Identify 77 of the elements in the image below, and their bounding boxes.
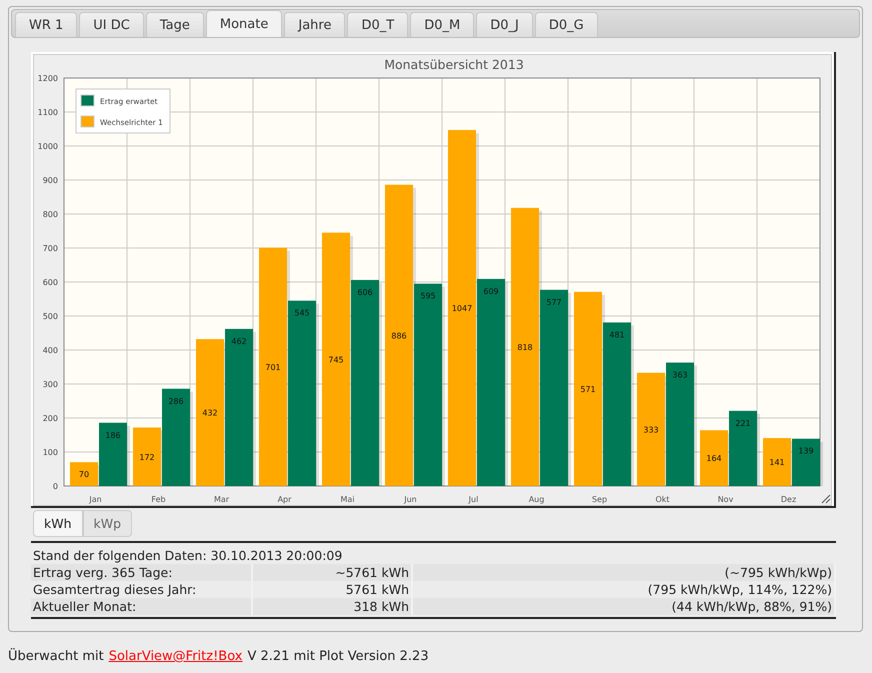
axis-tick-label: 100 <box>42 448 58 457</box>
data-label: 141 <box>769 458 785 468</box>
table-cell: (44 kWh/kWp, 88%, 91%) <box>413 598 836 615</box>
table-cell: ~5761 kWh <box>253 564 413 581</box>
table-cell: Ertrag verg. 365 Tage: <box>31 564 253 581</box>
data-timestamp: Stand der folgenden Daten: 30.10.2013 20:00:09 <box>32 547 344 564</box>
axis-tick-label: 1000 <box>38 142 58 151</box>
resize-handle-icon[interactable] <box>822 494 830 504</box>
axis-tick-label: Apr <box>278 495 292 504</box>
axis-tick-label: 400 <box>42 346 58 355</box>
legend-swatch <box>80 116 94 128</box>
tab[interactable]: Monate <box>206 10 282 37</box>
axis-tick-label: 1200 <box>38 74 58 83</box>
data-label: 595 <box>420 292 436 301</box>
tab[interactable]: WR 1 <box>15 12 78 37</box>
unit-button[interactable]: kWp <box>82 510 132 537</box>
data-label: 363 <box>672 370 688 380</box>
axis-tick-label: Jun <box>404 495 417 504</box>
axis-tick-label: Mai <box>340 495 355 504</box>
axis-tick-label: Mar <box>214 495 230 504</box>
axis-tick-label: 0 <box>52 482 58 491</box>
axis-tick-label: 700 <box>42 244 58 253</box>
unit-button[interactable]: kWh <box>33 510 83 537</box>
axis-tick-label: 600 <box>42 278 58 287</box>
data-label: 606 <box>357 288 373 297</box>
data-label: 1047 <box>452 304 472 313</box>
data-label: 609 <box>483 286 499 296</box>
data-label: 701 <box>265 362 281 372</box>
data-label: 70 <box>78 470 90 480</box>
axis-tick-label: 900 <box>42 176 58 185</box>
table-cell: Aktueller Monat: <box>31 598 253 615</box>
data-label: 164 <box>706 454 722 464</box>
data-label: 139 <box>798 446 814 456</box>
axis-tick-label: Aug <box>528 495 544 504</box>
tab[interactable]: Jahre <box>284 12 346 37</box>
data-label: 432 <box>202 408 218 418</box>
chart-bar <box>700 430 728 486</box>
data-label: 818 <box>517 342 533 352</box>
data-label: 886 <box>391 331 407 340</box>
tab[interactable]: D0_J <box>476 12 533 37</box>
axis-tick-label: 300 <box>42 380 58 389</box>
axis-tick-label: Feb <box>151 495 166 504</box>
data-label: 172 <box>139 452 155 462</box>
axis-tick-label: Dez <box>780 495 796 504</box>
axis-tick-label: 200 <box>42 414 58 423</box>
data-label: 286 <box>168 396 184 406</box>
data-label: 186 <box>105 430 121 440</box>
tab[interactable]: D0_G <box>534 12 598 37</box>
data-label: 481 <box>609 330 625 340</box>
data-label: 577 <box>546 298 562 307</box>
axis-tick-label: Jul <box>468 495 478 504</box>
chart-bar <box>763 438 791 486</box>
footer-text: V 2.21 mit Plot Version 2.23 <box>247 649 429 664</box>
tab[interactable]: UI DC <box>79 12 144 37</box>
chart-title: Monatsübersicht 2013 <box>384 57 524 72</box>
data-label: 462 <box>231 336 247 346</box>
table-cell: 318 kWh <box>253 598 413 615</box>
axis-tick-label: Nov <box>718 495 734 504</box>
legend-swatch <box>80 94 94 106</box>
data-label: 545 <box>294 308 310 318</box>
axis-tick-label: Okt <box>655 495 670 504</box>
tab[interactable]: D0_T <box>347 12 408 37</box>
axis-tick-label: 800 <box>42 210 58 219</box>
axis-tick-label: Jan <box>89 495 102 504</box>
data-label: 571 <box>580 384 596 394</box>
data-label: 333 <box>643 425 659 434</box>
axis-tick-label: Sep <box>592 495 608 504</box>
axis-tick-label: 1100 <box>38 108 58 117</box>
footer-text: Überwacht mit <box>8 649 104 664</box>
data-label: 221 <box>735 418 751 428</box>
chart-bar <box>792 438 820 486</box>
table-cell: (~795 kWh/kWp) <box>413 564 836 581</box>
axis-tick-label: 500 <box>42 312 58 321</box>
tab[interactable]: D0_M <box>410 12 474 37</box>
data-label: 745 <box>328 355 344 364</box>
tab[interactable]: Tage <box>146 12 204 37</box>
table-cell: Gesamtertrag dieses Jahr: <box>31 581 253 598</box>
